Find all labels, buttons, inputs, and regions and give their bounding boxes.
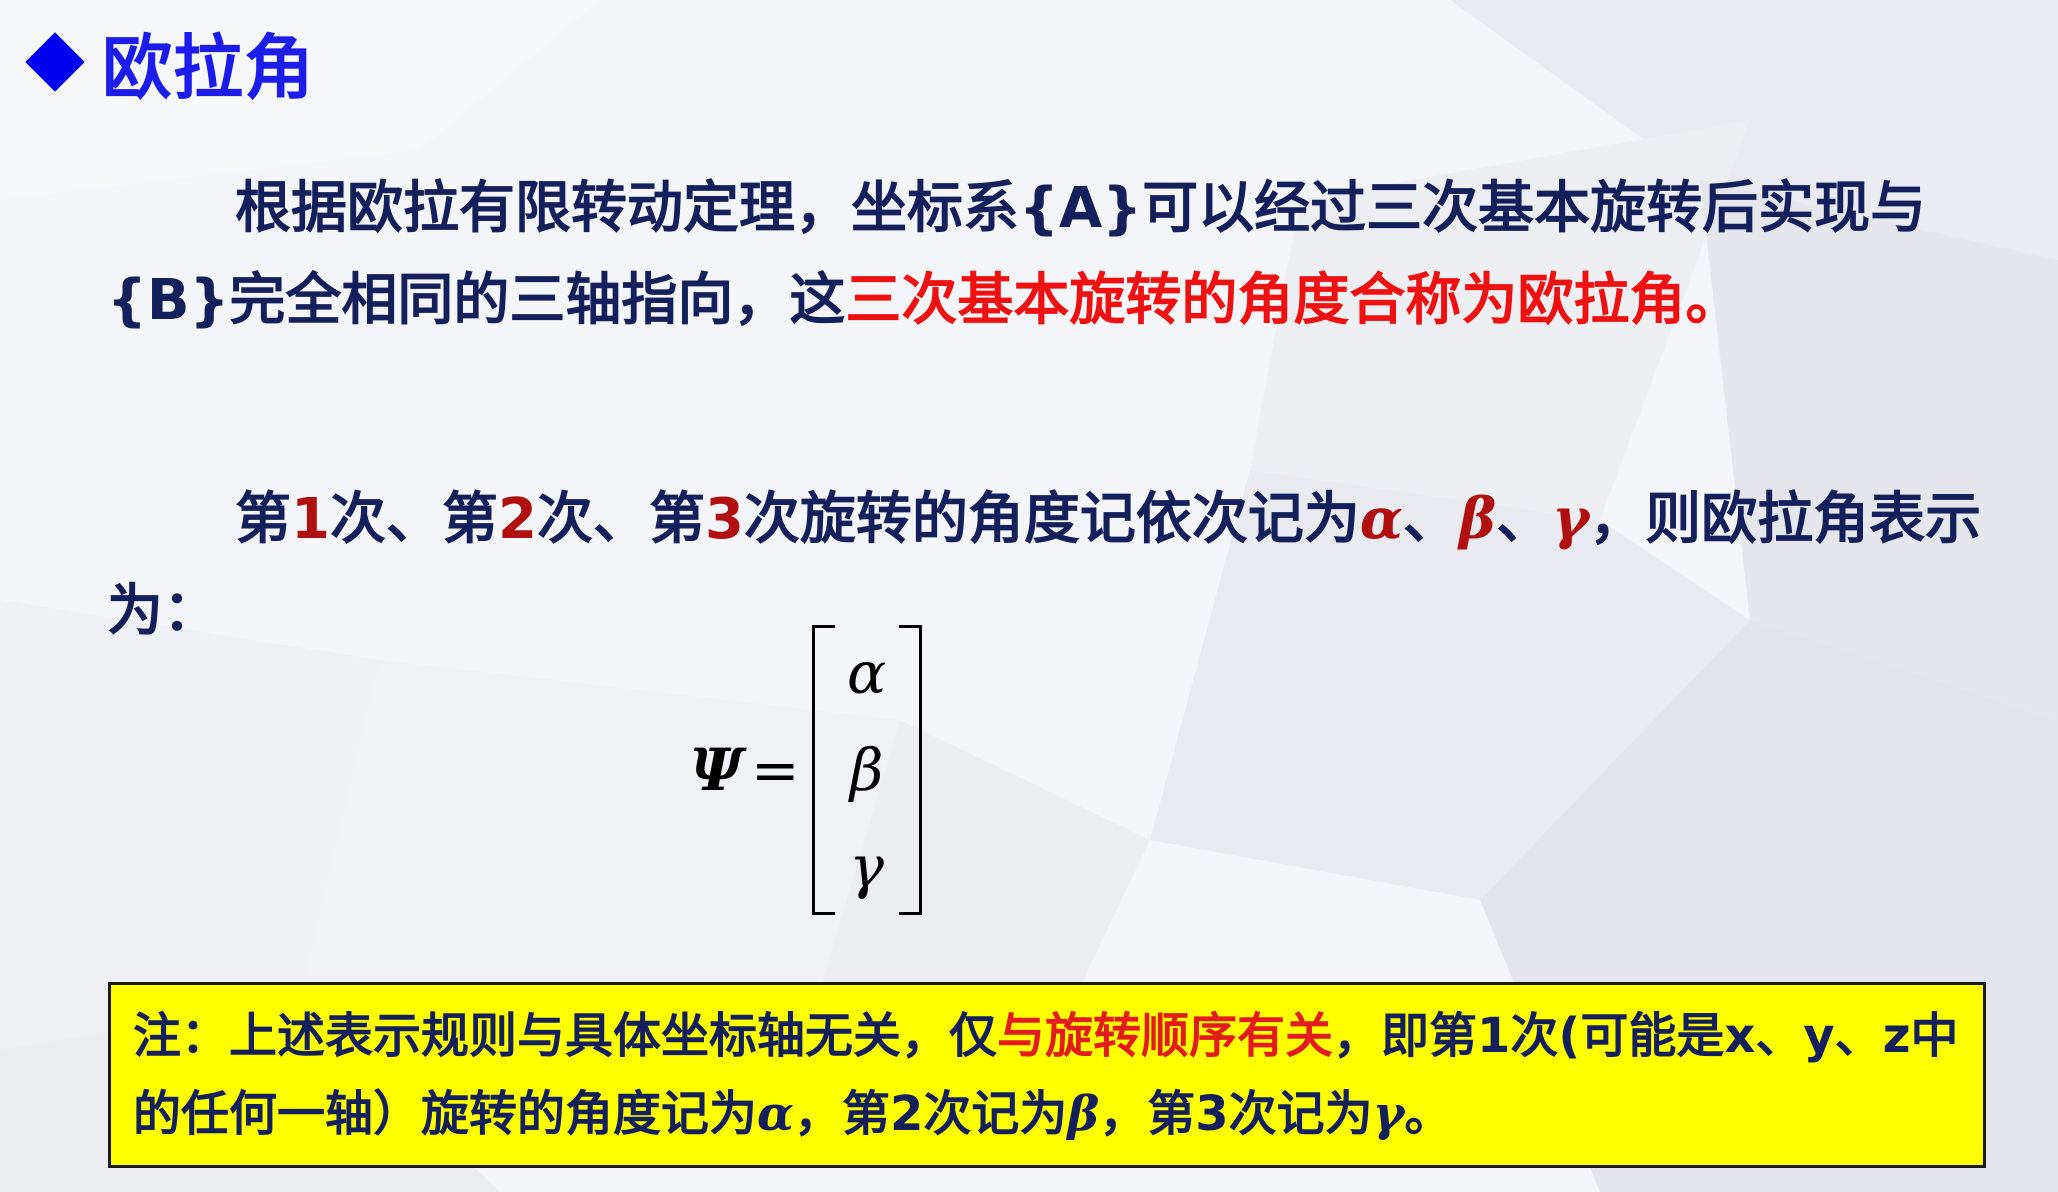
left-bracket bbox=[811, 625, 835, 915]
euler-angle-formula: Ψ = α β γ bbox=[690, 620, 922, 920]
vector-entry-gamma: γ bbox=[849, 832, 884, 901]
beta-symbol: β bbox=[1459, 486, 1497, 552]
definition-highlight: 三次基本旋转的角度合称为欧拉角。 bbox=[845, 268, 1742, 333]
alpha-symbol: α bbox=[1359, 486, 1403, 552]
psi-symbol: Ψ bbox=[690, 736, 743, 804]
note-text-3: ，第2次记为 bbox=[793, 1086, 1068, 1142]
rotation-number-2: 2 bbox=[497, 487, 537, 552]
note-highlight: 与旋转顺序有关 bbox=[997, 1008, 1334, 1064]
note-beta: β bbox=[1067, 1086, 1100, 1142]
rotation-number-3: 3 bbox=[704, 487, 744, 552]
definition-paragraph: 根据欧拉有限转动定理，坐标系{A}可以经过三次基本旋转后实现与{B}完全相同的三… bbox=[107, 163, 1987, 347]
right-bracket bbox=[898, 625, 922, 915]
rotation-text-4: 次旋转的角度记依次记为 bbox=[743, 487, 1360, 552]
rotation-sep-1: 、 bbox=[1403, 487, 1459, 552]
angle-vector: α β γ bbox=[811, 625, 922, 915]
rotation-text-2: 次、第 bbox=[329, 487, 498, 552]
rotation-paragraph: 第1次、第2次、第3次旋转的角度记依次记为α、β、γ，则欧拉角表示为： bbox=[107, 473, 1987, 658]
rotation-sep-2: 、 bbox=[1496, 487, 1553, 552]
note-text-4: ，第3次记为 bbox=[1099, 1086, 1373, 1142]
note-text-1: 注：上述表示规则与具体坐标轴无关，仅 bbox=[133, 1008, 998, 1064]
note-gamma: γ bbox=[1372, 1086, 1405, 1142]
diamond-bullet-icon bbox=[25, 32, 85, 92]
rotation-number-1: 1 bbox=[291, 487, 330, 552]
gamma-symbol: γ bbox=[1552, 486, 1590, 552]
slide-heading: 欧拉角 bbox=[22, 22, 315, 109]
heading-title: 欧拉角 bbox=[102, 26, 315, 109]
note-text-5: 。 bbox=[1404, 1086, 1453, 1142]
note-alpha: α bbox=[757, 1086, 794, 1142]
rotation-text-3: 次、第 bbox=[536, 487, 705, 552]
rotation-text-1: 第 bbox=[235, 487, 291, 552]
vector-entry-alpha: α bbox=[846, 639, 887, 708]
equals-sign: = bbox=[750, 736, 800, 804]
note-box: 注：上述表示规则与具体坐标轴无关，仅与旋转顺序有关，即第1次(可能是x、y、z中… bbox=[108, 982, 1986, 1168]
vector-entry-beta: β bbox=[849, 735, 884, 804]
